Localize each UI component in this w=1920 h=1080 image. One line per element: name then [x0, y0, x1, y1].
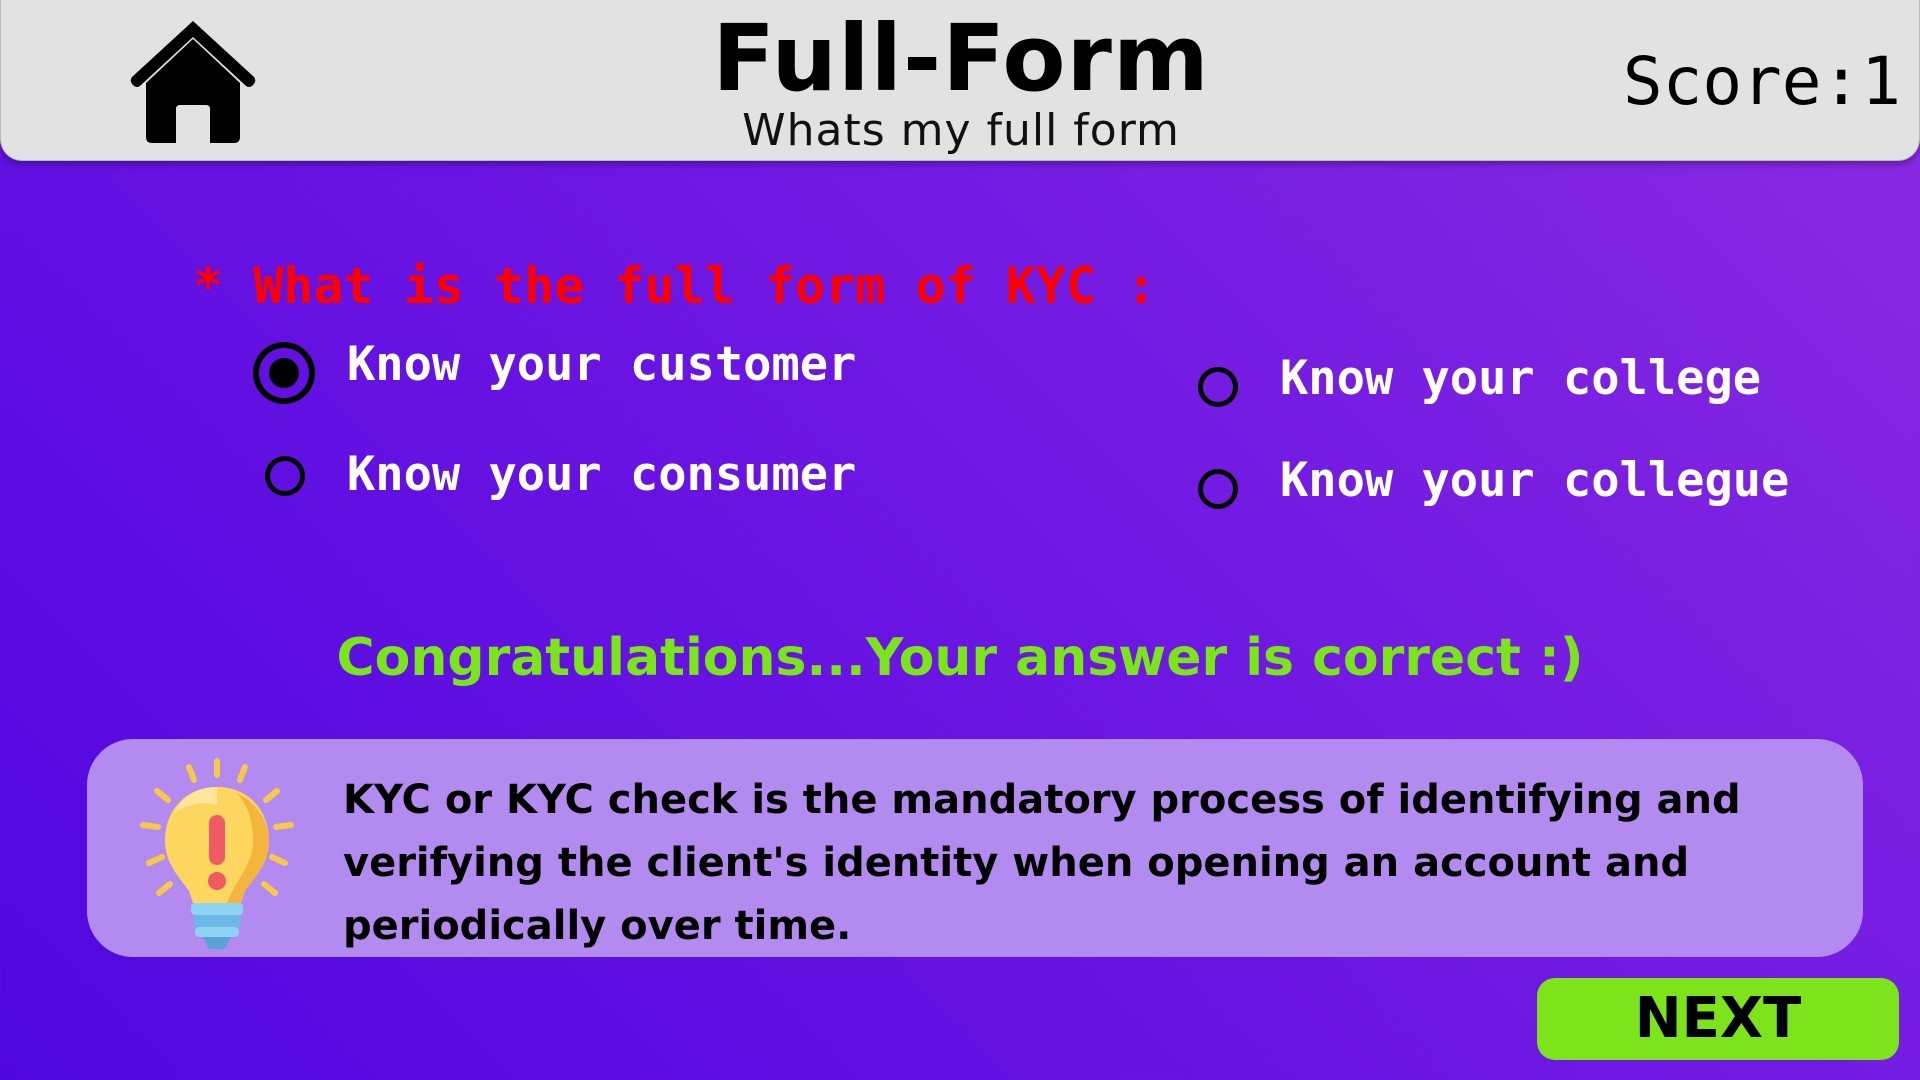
score-display: Score:1 — [1622, 43, 1901, 120]
radio-dot — [269, 358, 299, 388]
radio-button-selected[interactable] — [253, 342, 315, 404]
option-label: Know your consumer — [347, 447, 857, 502]
explanation-card: KYC or KYC check is the mandatory proces… — [87, 739, 1863, 957]
radio-button[interactable] — [265, 456, 305, 496]
explanation-text: KYC or KYC check is the mandatory proces… — [343, 777, 1741, 949]
option-label: Know your collegue — [1280, 453, 1790, 508]
feedback-message: Congratulations...Your answer is correct… — [336, 628, 1584, 688]
next-button[interactable]: NEXT — [1537, 978, 1899, 1060]
option-know-your-college[interactable]: Know your college — [1198, 351, 1898, 422]
option-know-your-consumer[interactable]: Know your consumer — [265, 441, 965, 511]
option-know-your-customer[interactable]: Know your customer — [253, 337, 953, 408]
option-label: Know your college — [1280, 351, 1762, 406]
header-bar: Full-Form Whats my full form Score:1 — [0, 0, 1920, 161]
option-label: Know your customer — [347, 337, 857, 392]
radio-button[interactable] — [1198, 469, 1238, 509]
lightbulb-icon — [127, 753, 307, 953]
option-know-your-collegue[interactable]: Know your collegue — [1198, 453, 1898, 524]
question-text: * What is the full form of KYC : — [193, 257, 1157, 315]
radio-button[interactable] — [1198, 367, 1238, 407]
